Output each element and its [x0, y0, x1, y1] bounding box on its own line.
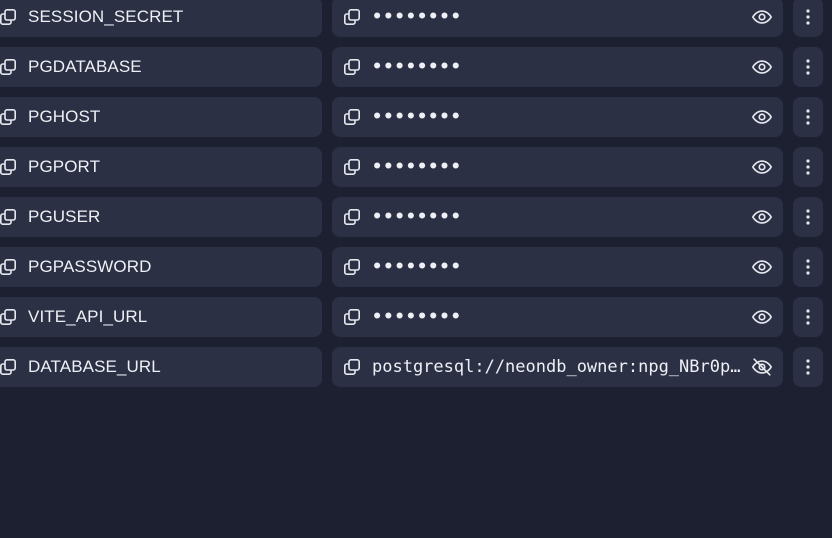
copy-icon[interactable]: [0, 358, 17, 376]
secret-value-text: ••••••••: [372, 157, 462, 177]
copy-icon[interactable]: [343, 108, 361, 126]
secret-key-field[interactable]: VITE_API_URL: [0, 297, 322, 337]
copy-icon[interactable]: [343, 258, 361, 276]
more-vertical-icon[interactable]: [793, 297, 823, 337]
copy-icon[interactable]: [343, 158, 361, 176]
copy-icon[interactable]: [343, 208, 361, 226]
eye-icon[interactable]: [751, 6, 773, 28]
eye-icon[interactable]: [751, 156, 773, 178]
copy-icon[interactable]: [343, 58, 361, 76]
more-vertical-icon[interactable]: [793, 147, 823, 187]
secret-key-label: PGHOST: [28, 107, 101, 126]
secret-value-field[interactable]: ••••••••: [332, 297, 783, 337]
secret-value-text: ••••••••: [372, 107, 462, 127]
eye-icon[interactable]: [751, 106, 773, 128]
secret-value-field[interactable]: ••••••••: [332, 247, 783, 287]
secret-row: PGPORT ••••••••: [0, 147, 832, 187]
secret-key-label: PGDATABASE: [28, 57, 142, 76]
secret-value-field[interactable]: ••••••••: [332, 147, 783, 187]
secret-key-field[interactable]: DATABASE_URL: [0, 347, 322, 387]
secret-row: PGUSER ••••••••: [0, 197, 832, 237]
secret-value-field[interactable]: ••••••••: [332, 97, 783, 137]
secret-key-field[interactable]: SESSION_SECRET: [0, 0, 322, 37]
secret-key-label: PGUSER: [28, 207, 101, 226]
eye-icon[interactable]: [751, 206, 773, 228]
secret-row: SESSION_SECRET ••••••••: [0, 0, 832, 37]
more-vertical-icon[interactable]: [793, 197, 823, 237]
secret-value-field[interactable]: postgresql://neondb_owner:npg_NBr0p…: [332, 347, 783, 387]
copy-icon[interactable]: [0, 308, 17, 326]
more-vertical-icon[interactable]: [793, 0, 823, 37]
secret-row: VITE_API_URL ••••••••: [0, 297, 832, 337]
secret-value-text: ••••••••: [372, 57, 462, 77]
secret-value-text: ••••••••: [372, 257, 462, 277]
copy-icon[interactable]: [0, 58, 17, 76]
secret-row: DATABASE_URL postgresql://neondb_owner:n…: [0, 347, 832, 387]
copy-icon[interactable]: [343, 8, 361, 26]
secret-key-field[interactable]: PGPASSWORD: [0, 247, 322, 287]
copy-icon[interactable]: [0, 158, 17, 176]
copy-icon[interactable]: [0, 108, 17, 126]
secret-key-label: PGPASSWORD: [28, 257, 152, 276]
eye-icon[interactable]: [751, 256, 773, 278]
secret-value-text: ••••••••: [372, 7, 462, 27]
more-vertical-icon[interactable]: [793, 47, 823, 87]
secret-key-label: DATABASE_URL: [28, 357, 161, 376]
copy-icon[interactable]: [343, 308, 361, 326]
secret-key-label: SESSION_SECRET: [28, 7, 184, 26]
copy-icon[interactable]: [0, 8, 17, 26]
eye-icon[interactable]: [751, 56, 773, 78]
secret-value-text: postgresql://neondb_owner:npg_NBr0p…: [372, 357, 741, 377]
secrets-list: SESSION_SECRET •••••••• PGDATABASE •••••…: [0, 0, 832, 397]
secret-key-field[interactable]: PGPORT: [0, 147, 322, 187]
secret-value-field[interactable]: ••••••••: [332, 0, 783, 37]
eye-off-icon[interactable]: [751, 356, 773, 378]
secret-key-field[interactable]: PGHOST: [0, 97, 322, 137]
eye-icon[interactable]: [751, 306, 773, 328]
more-vertical-icon[interactable]: [793, 97, 823, 137]
copy-icon[interactable]: [0, 208, 17, 226]
secret-row: PGHOST ••••••••: [0, 97, 832, 137]
secret-row: PGPASSWORD ••••••••: [0, 247, 832, 287]
secret-key-field[interactable]: PGDATABASE: [0, 47, 322, 87]
secret-row: PGDATABASE ••••••••: [0, 47, 832, 87]
secret-key-field[interactable]: PGUSER: [0, 197, 322, 237]
secret-value-field[interactable]: ••••••••: [332, 47, 783, 87]
secret-value-text: ••••••••: [372, 307, 462, 327]
secret-value-field[interactable]: ••••••••: [332, 197, 783, 237]
copy-icon[interactable]: [0, 258, 17, 276]
more-vertical-icon[interactable]: [793, 347, 823, 387]
more-vertical-icon[interactable]: [793, 247, 823, 287]
secret-key-label: PGPORT: [28, 157, 101, 176]
copy-icon[interactable]: [343, 358, 361, 376]
secret-key-label: VITE_API_URL: [28, 307, 148, 326]
secret-value-text: ••••••••: [372, 207, 462, 227]
